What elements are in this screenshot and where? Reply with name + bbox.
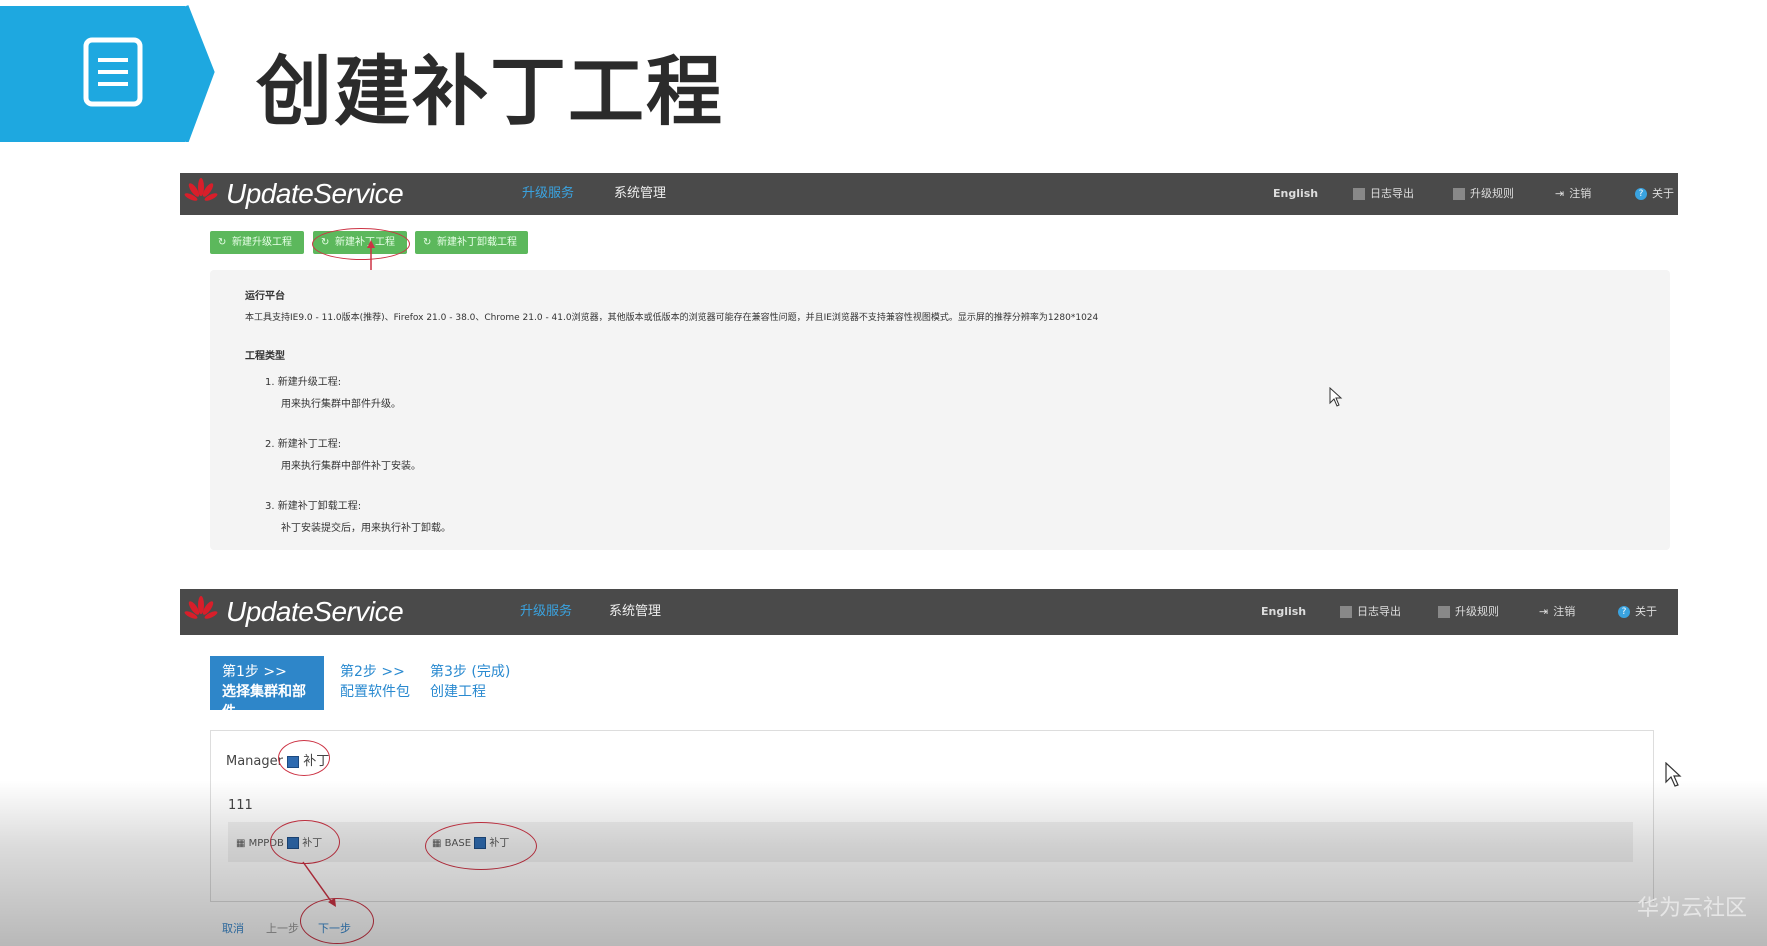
about-link[interactable]: ? 关于 bbox=[1635, 173, 1674, 215]
step-number: 第1步 >> bbox=[222, 664, 287, 680]
annotation-circle bbox=[270, 820, 340, 864]
wizard-step-2[interactable]: 第2步 >> 配置软件包 bbox=[340, 662, 410, 702]
project-type-title: 2. 新建补丁工程: bbox=[265, 439, 342, 450]
brand-name: UpdateService bbox=[226, 596, 404, 627]
upgrade-rules-link[interactable]: 升级规则 bbox=[1438, 589, 1499, 635]
log-export-link[interactable]: 日志导出 bbox=[1340, 589, 1401, 635]
upgrade-rules-link[interactable]: 升级规则 bbox=[1453, 173, 1514, 215]
about-label: 关于 bbox=[1652, 187, 1674, 200]
language-switch[interactable]: English bbox=[1261, 589, 1306, 635]
new-upgrade-project-button[interactable]: ↻ 新建升级工程 bbox=[210, 231, 304, 254]
language-switch[interactable]: English bbox=[1273, 173, 1318, 215]
project-type-title: 1. 新建升级工程: bbox=[265, 377, 342, 388]
upgrade-rules-label: 升级规则 bbox=[1470, 187, 1514, 200]
help-icon: ? bbox=[1618, 606, 1630, 618]
top-navbar: UpdateService 升级服务 系统管理 English 日志导出 升级规… bbox=[180, 173, 1678, 215]
rules-icon bbox=[1438, 606, 1450, 618]
logout-link[interactable]: ⇥ 注销 bbox=[1539, 589, 1575, 635]
project-type-desc: 用来执行集群中部件升级。 bbox=[281, 399, 401, 410]
upgrade-rules-label: 升级规则 bbox=[1455, 605, 1499, 618]
rules-icon bbox=[1453, 188, 1465, 200]
help-icon: ? bbox=[1635, 188, 1647, 200]
slide-title: 创建补丁工程 bbox=[256, 47, 724, 136]
watermark: 华为云社区 bbox=[1636, 896, 1747, 921]
top-navbar: UpdateService 升级服务 系统管理 English 日志导出 升级规… bbox=[180, 589, 1678, 635]
cluster-name: 111 bbox=[228, 798, 253, 813]
log-export-link[interactable]: 日志导出 bbox=[1353, 173, 1414, 215]
about-label: 关于 bbox=[1635, 605, 1657, 618]
manager-label: Manager bbox=[226, 754, 283, 769]
button-label: 新建补丁卸载工程 bbox=[437, 237, 517, 248]
about-link[interactable]: ? 关于 bbox=[1618, 589, 1657, 635]
step-title: 创建工程 bbox=[430, 684, 486, 700]
logout-icon: ⇥ bbox=[1555, 187, 1565, 200]
cluster-selection-panel bbox=[210, 730, 1654, 902]
project-types-heading: 工程类型 bbox=[245, 351, 285, 362]
mouse-cursor-icon bbox=[1665, 762, 1682, 787]
step-title: 配置软件包 bbox=[340, 684, 410, 700]
refresh-icon: ↻ bbox=[423, 237, 432, 248]
logout-link[interactable]: ⇥ 注销 bbox=[1555, 173, 1591, 215]
next-step-button[interactable]: 下一步 bbox=[318, 920, 351, 936]
annotation-circle bbox=[425, 822, 537, 870]
nav-system-management[interactable]: 系统管理 bbox=[614, 173, 666, 215]
button-label: 新建升级工程 bbox=[232, 237, 292, 248]
annotation-circle bbox=[312, 228, 410, 260]
project-type-desc: 补丁安装提交后，用来执行补丁卸载。 bbox=[281, 523, 451, 534]
logout-label: 注销 bbox=[1553, 605, 1576, 618]
log-export-icon bbox=[1340, 606, 1352, 618]
huawei-logo-icon bbox=[184, 178, 218, 201]
step-number: 第3步 (完成) bbox=[430, 664, 511, 680]
logout-icon: ⇥ bbox=[1539, 605, 1549, 618]
mouse-cursor-icon bbox=[1329, 387, 1343, 407]
slide-banner bbox=[0, 5, 215, 142]
new-patch-uninstall-project-button[interactable]: ↻ 新建补丁卸载工程 bbox=[415, 231, 528, 254]
huawei-logo-icon bbox=[184, 596, 218, 619]
nav-upgrade-service[interactable]: 升级服务 bbox=[522, 173, 574, 215]
annotation-circle bbox=[278, 740, 330, 776]
log-export-icon bbox=[1353, 188, 1365, 200]
previous-step-button[interactable]: 上一步 bbox=[266, 920, 299, 936]
project-type-title: 3. 新建补丁卸载工程: bbox=[265, 501, 362, 512]
step-number: 第2步 >> bbox=[340, 664, 405, 680]
project-type-desc: 用来执行集群中部件补丁安装。 bbox=[281, 461, 421, 472]
step-title: 选择集群和部件 bbox=[222, 684, 306, 720]
logout-label: 注销 bbox=[1569, 187, 1592, 200]
runtime-text: 本工具支持IE9.0 - 11.0版本(推荐)、Firefox 21.0 - 3… bbox=[245, 313, 1099, 323]
component-icon: ▦ bbox=[236, 838, 246, 849]
refresh-icon: ↻ bbox=[218, 237, 227, 248]
wizard-step-1[interactable]: 第1步 >> 选择集群和部件 bbox=[210, 656, 324, 720]
log-export-label: 日志导出 bbox=[1370, 187, 1414, 200]
wizard-step-3[interactable]: 第3步 (完成) 创建工程 bbox=[430, 662, 510, 702]
nav-system-management[interactable]: 系统管理 bbox=[609, 589, 661, 635]
log-export-label: 日志导出 bbox=[1357, 605, 1401, 618]
brand-name: UpdateService bbox=[226, 178, 404, 209]
runtime-heading: 运行平台 bbox=[245, 291, 285, 302]
nav-upgrade-service[interactable]: 升级服务 bbox=[520, 589, 572, 635]
cancel-button[interactable]: 取消 bbox=[222, 920, 244, 936]
